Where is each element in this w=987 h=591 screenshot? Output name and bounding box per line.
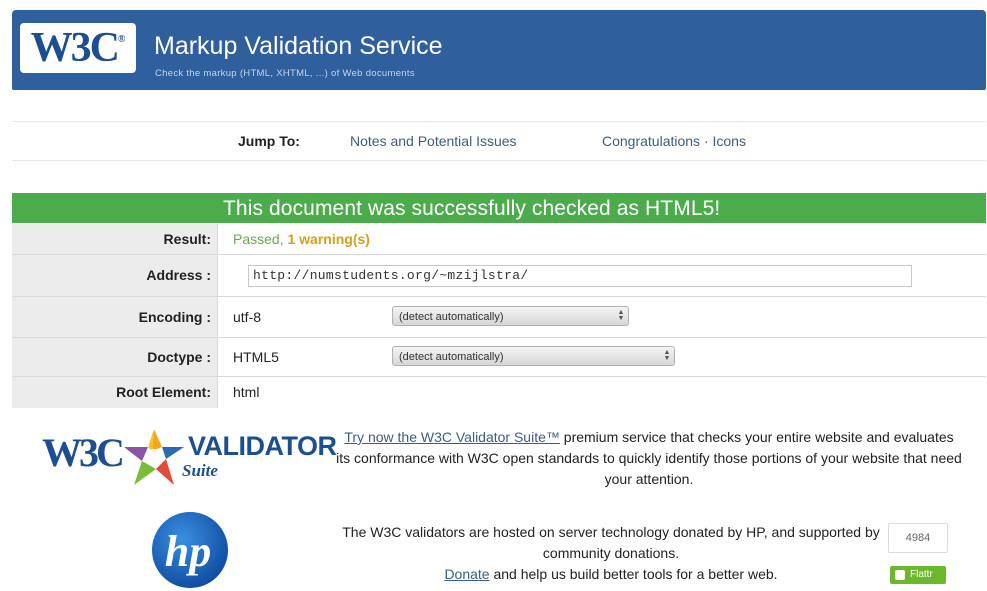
validator-suite-logo[interactable]: W3C VALIDATOR Suite: [40, 427, 337, 491]
root-element-row: Root Element: html: [12, 377, 986, 408]
result-label: Result:: [12, 224, 218, 254]
page-title: Markup Validation Service: [154, 32, 443, 60]
encoding-select-value: (detect automatically): [399, 311, 504, 323]
hosting-notice: The W3C validators are hosted on server …: [336, 522, 886, 585]
doctype-value: HTML5: [233, 349, 279, 365]
jump-to-bar: Jump To: Notes and Potential Issues Cong…: [12, 121, 986, 161]
passed-text: Passed,: [233, 231, 284, 247]
flattr-label: Flattr: [910, 569, 933, 580]
encoding-value: utf-8: [233, 309, 262, 325]
doctype-row: Doctype : HTML5 (detect automatically) ▲…: [12, 338, 986, 377]
hosting-text: The W3C validators are hosted on server …: [342, 524, 880, 561]
select-arrows-icon: ▲ ▼: [617, 309, 625, 322]
validator-suite-link[interactable]: Try now the W3C Validator Suite™: [344, 429, 560, 445]
page-subtitle: Check the markup (HTML, XHTML, ...) of W…: [155, 68, 415, 79]
address-input[interactable]: http://numstudents.org/~mzijlstra/: [248, 265, 912, 287]
validator-logo-word: VALIDATOR: [188, 431, 337, 461]
flattr-icon: [895, 570, 905, 580]
svg-text:hp: hp: [165, 527, 211, 576]
doctype-label: Doctype :: [12, 338, 218, 376]
root-element-value: html: [233, 384, 260, 400]
donate-link[interactable]: Donate: [444, 566, 489, 582]
doctype-select[interactable]: (detect automatically) ▲ ▼: [392, 346, 675, 366]
header-banner: W3C® Markup Validation Service Check the…: [12, 10, 986, 90]
colorful-star-icon: [124, 429, 184, 485]
hp-logo-icon[interactable]: hp: [148, 510, 232, 590]
donate-text: and help us build better tools for a bet…: [489, 566, 778, 582]
encoding-row: Encoding : utf-8 (detect automatically) …: [12, 297, 986, 338]
validator-logo-suite: Suite: [182, 461, 218, 480]
select-arrows-icon: ▲ ▼: [663, 349, 671, 362]
result-value: Passed, 1 warning(s): [233, 224, 370, 254]
address-row: Address : http://numstudents.org/~mzijls…: [12, 255, 986, 297]
encoding-label: Encoding :: [12, 297, 218, 337]
w3c-logo-text: W3C: [30, 25, 120, 71]
validator-logo-w3c: W3C: [42, 430, 125, 475]
flattr-button[interactable]: Flattr: [890, 566, 946, 584]
root-element-label: Root Element:: [12, 377, 218, 408]
warnings-link[interactable]: 1 warning(s): [287, 231, 369, 247]
success-banner: This document was successfully checked a…: [12, 193, 986, 223]
validator-suite-promo: Try now the W3C Validator Suite™ premium…: [336, 427, 962, 490]
success-message: This document was successfully checked a…: [223, 197, 721, 220]
doctype-select-value: (detect automatically): [399, 351, 504, 363]
address-label: Address :: [12, 255, 218, 296]
congratulations-icons-link[interactable]: Congratulations · Icons: [602, 122, 746, 160]
encoding-select[interactable]: (detect automatically) ▲ ▼: [392, 306, 629, 326]
result-row: Result: Passed, 1 warning(s): [12, 224, 986, 255]
w3c-logo[interactable]: W3C®: [20, 23, 136, 73]
notes-issues-link[interactable]: Notes and Potential Issues: [350, 122, 517, 160]
jump-to-label: Jump To:: [238, 133, 300, 149]
flattr-counter: 4984: [888, 523, 948, 553]
